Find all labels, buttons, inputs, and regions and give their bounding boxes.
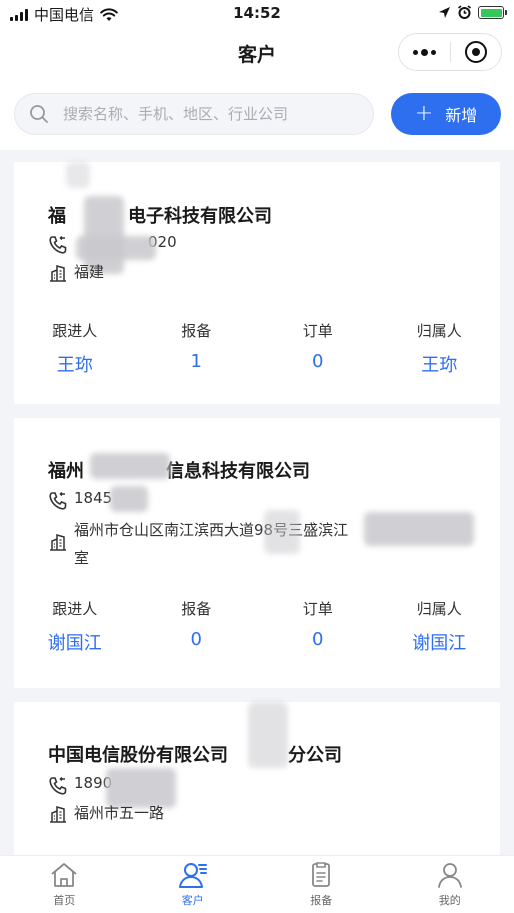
customer-card[interactable]: 福州 信息科技有限公司 1845 福州市仓山区南江滨西大道98号三盛滨江室 跟进人…	[14, 418, 500, 688]
redaction-blur	[90, 453, 170, 479]
company-name-start: 中国电信股份有限公司	[48, 745, 228, 766]
stat-label: 跟进人	[52, 322, 98, 340]
tab-home[interactable]: 首页	[0, 856, 129, 913]
stat-label: 报备	[181, 600, 212, 618]
search-row: + 新增	[0, 78, 514, 150]
more-button[interactable]	[399, 34, 450, 70]
address-row: 福建	[48, 261, 104, 283]
stat-label: 订单	[302, 600, 333, 618]
status-right	[438, 5, 507, 20]
company-name-end: 信息科技有限公司	[166, 461, 310, 482]
phone-icon	[49, 776, 67, 795]
add-button-label: 新增	[445, 106, 478, 125]
stats-row: 跟进人谢国江 报备 0 订单 0 归属人谢国江	[14, 598, 500, 655]
stat-value[interactable]: 王珎	[379, 351, 501, 377]
search-input[interactable]	[63, 105, 353, 123]
tab-label: 我的	[438, 894, 461, 907]
building-icon	[50, 265, 66, 282]
customer-icon	[178, 863, 207, 888]
phone-icon	[49, 491, 67, 510]
tab-label: 客户	[181, 894, 204, 907]
stat-label: 归属人	[416, 322, 462, 340]
nav-bar: 客户	[0, 28, 514, 78]
stat-follower: 跟进人 谢国江	[14, 598, 136, 655]
company-name-start: 福	[48, 206, 66, 227]
customer-card[interactable]: 中国电信股份有限公司 分公司 1890 福州市五一路	[14, 702, 500, 855]
redaction-blur	[66, 162, 90, 188]
user-icon	[437, 863, 462, 888]
tab-bar: 首页 客户 报备 我的	[0, 855, 514, 913]
address-text: 福州市五一路	[74, 804, 165, 822]
redaction-blur	[76, 236, 156, 260]
phone-number: 1845	[74, 489, 113, 507]
company-name-end: 分公司	[288, 745, 342, 766]
home-icon	[51, 863, 77, 887]
status-bar: 中国电信 14:52	[0, 0, 514, 28]
stat-label: 跟进人	[52, 600, 98, 618]
battery-icon	[478, 6, 507, 19]
stat-report: 报备 1	[136, 320, 258, 377]
add-customer-button[interactable]: + 新增	[391, 93, 501, 135]
stat-follower: 跟进人 王珎	[14, 320, 136, 377]
company-name-end: 电子科技有限公司	[128, 206, 272, 227]
location-arrow-icon	[439, 7, 450, 18]
stat-value[interactable]: 谢国江	[379, 629, 501, 655]
status-time: 14:52	[233, 4, 281, 22]
customer-card[interactable]: 福电子科技有限公司 020 福建 跟进人 王珎 报备 1 订单 0 归属人 王珎	[14, 162, 500, 404]
stats-row: 跟进人王珎 报备 1 订单 0 归属人王珎	[14, 320, 500, 377]
address-row: 福州市五一路	[48, 802, 164, 824]
alarm-icon	[458, 5, 471, 19]
tab-mine[interactable]: 我的	[386, 856, 514, 913]
redaction-blur	[364, 512, 474, 546]
redaction-blur	[264, 510, 300, 554]
company-name-start: 福州	[48, 461, 84, 482]
tab-customer[interactable]: 客户	[129, 856, 258, 913]
address-line-end: 室	[74, 549, 90, 567]
redaction-blur	[110, 486, 148, 512]
stat-value[interactable]: 0	[257, 629, 379, 650]
phone-icon	[49, 235, 67, 254]
stat-value[interactable]: 王珎	[14, 351, 136, 377]
address-text: 福建	[74, 263, 105, 281]
plus-icon: +	[414, 101, 434, 126]
stat-order: 订单 0	[257, 320, 379, 377]
stat-value[interactable]: 谢国江	[14, 629, 136, 655]
tab-label: 报备	[310, 894, 333, 907]
stat-value[interactable]: 0	[257, 351, 379, 372]
stat-owner: 归属人 王珎	[379, 320, 501, 377]
address-line: 福州市仓山区南江滨西大道98号三盛滨江	[74, 521, 349, 539]
redaction-blur	[248, 702, 288, 768]
mini-program-capsule	[398, 33, 502, 71]
stat-label: 报备	[181, 322, 212, 340]
stat-report: 报备 0	[136, 598, 258, 655]
stat-label: 归属人	[416, 600, 462, 618]
building-icon	[50, 806, 66, 823]
stat-value[interactable]: 1	[136, 351, 258, 372]
more-dots-icon	[412, 48, 436, 56]
stat-order: 订单 0	[257, 598, 379, 655]
building-icon	[50, 534, 66, 551]
search-icon	[30, 105, 48, 123]
stat-value[interactable]: 0	[136, 629, 258, 650]
phone-row: 1890	[48, 774, 112, 796]
company-name: 福 电子科技有限公司	[48, 202, 272, 228]
company-name: 福州 信息科技有限公司	[48, 457, 310, 483]
company-name: 中国电信股份有限公司 分公司	[48, 741, 342, 767]
stat-label: 订单	[302, 322, 333, 340]
tab-label: 首页	[53, 894, 76, 907]
phone-row: 1845	[48, 489, 112, 511]
search-box[interactable]	[14, 93, 374, 135]
stat-owner: 归属人 谢国江	[379, 598, 501, 655]
report-icon	[312, 862, 331, 887]
close-mini-program-button[interactable]	[451, 34, 502, 70]
tab-report[interactable]: 报备	[257, 856, 386, 913]
target-icon	[464, 41, 487, 63]
customer-list: 福电子科技有限公司 020 福建 跟进人 王珎 报备 1 订单 0 归属人 王珎 福州信…	[0, 150, 514, 855]
